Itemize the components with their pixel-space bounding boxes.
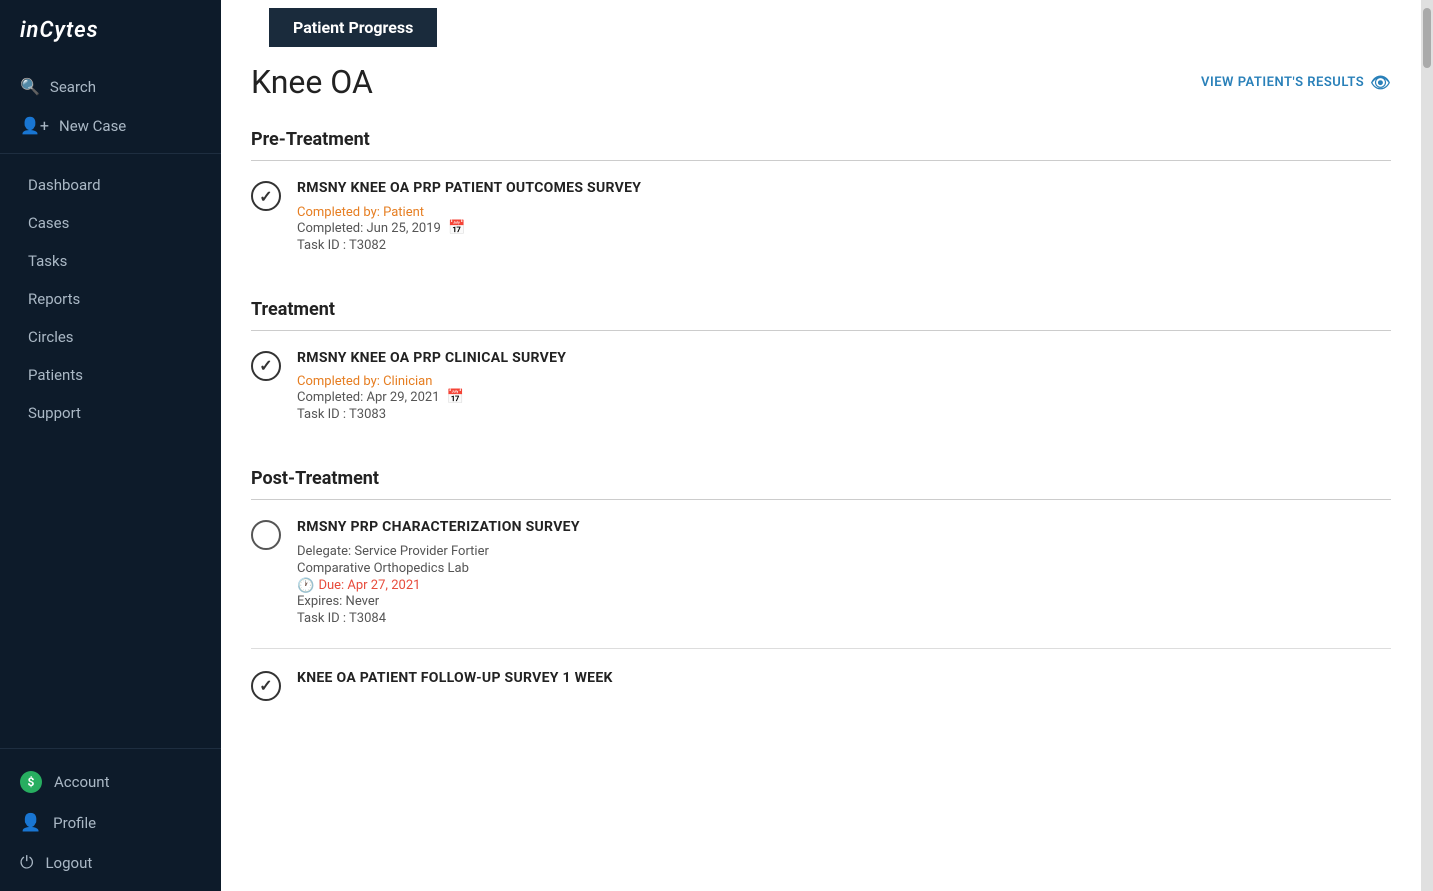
new-case-label: New Case: [59, 117, 126, 135]
logout-label: Logout: [45, 854, 92, 872]
task-completed-date-t3082: Completed: Jun 25, 2019 📅: [297, 220, 641, 236]
task-check-t3085: [251, 671, 281, 701]
profile-item[interactable]: 👤 Profile: [0, 803, 221, 843]
task-id-t3084: Task ID : T3084: [297, 611, 580, 626]
scrollbar-thumb[interactable]: [1423, 8, 1431, 68]
sidebar-item-cases[interactable]: Cases: [0, 204, 221, 242]
page-content: Knee OA VIEW PATIENT'S RESULTS 👁 Pre-Tre…: [221, 47, 1421, 775]
patient-progress-header: Patient Progress: [221, 0, 1421, 47]
sidebar-item-tasks[interactable]: Tasks: [0, 242, 221, 280]
page-title-row: Knee OA VIEW PATIENT'S RESULTS 👁: [251, 63, 1391, 101]
task-t3083: RMSNY KNEE OA PRP CLINICAL SURVEY Comple…: [251, 349, 1391, 445]
view-results-label: VIEW PATIENT'S RESULTS: [1201, 75, 1364, 90]
task-details-t3083: RMSNY KNEE OA PRP CLINICAL SURVEY Comple…: [297, 349, 566, 425]
task-check-t3083: [251, 351, 281, 381]
treatment-divider: [251, 330, 1391, 331]
calendar-icon-t3083: 📅: [447, 389, 464, 405]
main-content: Patient Progress Knee OA VIEW PATIENT'S …: [221, 0, 1421, 891]
account-label: Account: [54, 773, 110, 791]
task-name-t3085: KNEE OA PATIENT FOLLOW-UP SURVEY 1 WEEK: [297, 669, 613, 689]
alarm-icon: 🕐: [297, 578, 314, 594]
view-results-link[interactable]: VIEW PATIENT'S RESULTS 👁: [1201, 73, 1391, 92]
sidebar-item-dashboard[interactable]: Dashboard: [0, 166, 221, 204]
post-treatment-title: Post-Treatment: [251, 468, 1391, 489]
task-expires-t3084: Expires: Never: [297, 594, 580, 609]
sidebar-item-reports[interactable]: Reports: [0, 280, 221, 318]
task-completed-date-t3083: Completed: Apr 29, 2021 📅: [297, 389, 566, 405]
logout-icon: ⏻: [20, 853, 33, 873]
task-id-t3083: Task ID : T3083: [297, 407, 566, 422]
search-icon: 🔍: [20, 77, 40, 96]
tab-header: Patient Progress: [269, 8, 437, 47]
task-check-t3084: [251, 520, 281, 550]
task-details-t3084: RMSNY PRP CHARACTERIZATION SURVEY Delega…: [297, 518, 580, 628]
task-t3082: RMSNY KNEE OA PRP PATIENT OUTCOMES SURVE…: [251, 179, 1391, 275]
logout-item[interactable]: ⏻ Logout: [0, 843, 221, 883]
pre-treatment-section: Pre-Treatment RMSNY KNEE OA PRP PATIENT …: [251, 129, 1391, 275]
task-t3084: RMSNY PRP CHARACTERIZATION SURVEY Delega…: [251, 518, 1391, 649]
sidebar-nav: Dashboard Cases Tasks Reports Circles Pa…: [0, 154, 221, 748]
task-name-t3082: RMSNY KNEE OA PRP PATIENT OUTCOMES SURVE…: [297, 179, 641, 199]
scrollbar[interactable]: [1421, 0, 1433, 891]
task-name-t3084: RMSNY PRP CHARACTERIZATION SURVEY: [297, 518, 580, 538]
tab-label: Patient Progress: [293, 18, 413, 37]
task-check-t3082: [251, 181, 281, 211]
task-delegate2-t3084: Comparative Orthopedics Lab: [297, 561, 580, 576]
eye-icon: 👁: [1370, 73, 1391, 92]
add-person-icon: 👤+: [20, 116, 49, 135]
task-completed-by-t3083: Completed by: Clinician: [297, 374, 566, 389]
post-treatment-section: Post-Treatment RMSNY PRP CHARACTERIZATIO…: [251, 468, 1391, 721]
task-delegate-t3084: Delegate: Service Provider Fortier: [297, 544, 580, 559]
task-details-t3082: RMSNY KNEE OA PRP PATIENT OUTCOMES SURVE…: [297, 179, 641, 255]
new-case-action[interactable]: 👤+ New Case: [0, 106, 221, 145]
task-t3085: KNEE OA PATIENT FOLLOW-UP SURVEY 1 WEEK: [251, 669, 1391, 721]
task-due-t3084: 🕐 Due: Apr 27, 2021: [297, 578, 580, 594]
sidebar: inCytes 🔍 Search 👤+ New Case Dashboard C…: [0, 0, 221, 891]
post-treatment-divider: [251, 499, 1391, 500]
page-title: Knee OA: [251, 63, 373, 101]
sidebar-actions: 🔍 Search 👤+ New Case: [0, 59, 221, 154]
search-label: Search: [50, 78, 96, 96]
content-area[interactable]: Patient Progress Knee OA VIEW PATIENT'S …: [221, 0, 1421, 891]
app-logo: inCytes: [0, 0, 221, 59]
sidebar-item-circles[interactable]: Circles: [0, 318, 221, 356]
sidebar-item-patients[interactable]: Patients: [0, 356, 221, 394]
search-action[interactable]: 🔍 Search: [0, 67, 221, 106]
calendar-icon-t3082: 📅: [448, 220, 465, 236]
sidebar-bottom: $ Account 👤 Profile ⏻ Logout: [0, 748, 221, 891]
treatment-section: Treatment RMSNY KNEE OA PRP CLINICAL SUR…: [251, 299, 1391, 445]
profile-icon: 👤: [20, 813, 41, 833]
account-icon: $: [20, 771, 42, 793]
task-id-t3082: Task ID : T3082: [297, 238, 641, 253]
task-completed-by-t3082: Completed by: Patient: [297, 205, 641, 220]
pre-treatment-divider: [251, 160, 1391, 161]
task-details-t3085: KNEE OA PATIENT FOLLOW-UP SURVEY 1 WEEK: [297, 669, 613, 695]
sidebar-item-support[interactable]: Support: [0, 394, 221, 432]
treatment-title: Treatment: [251, 299, 1391, 320]
account-item[interactable]: $ Account: [0, 761, 221, 803]
task-name-t3083: RMSNY KNEE OA PRP CLINICAL SURVEY: [297, 349, 566, 369]
profile-label: Profile: [53, 814, 96, 832]
pre-treatment-title: Pre-Treatment: [251, 129, 1391, 150]
